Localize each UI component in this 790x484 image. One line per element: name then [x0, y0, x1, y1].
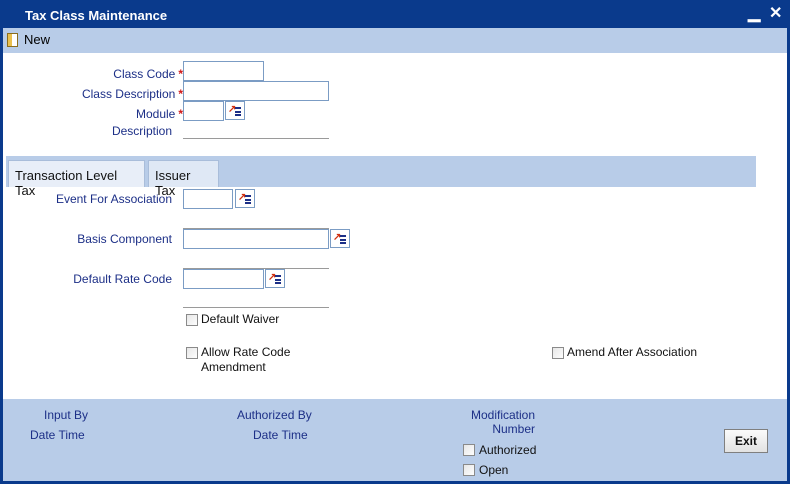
authorized-label: Authorized	[479, 443, 537, 457]
rate-lov-button[interactable]: ↗	[265, 269, 285, 288]
event-for-association-input[interactable]	[183, 189, 233, 209]
basis-lov-button[interactable]: ↗	[330, 229, 350, 248]
authorized-by-label: Authorized By	[237, 408, 312, 422]
module-label-text: Module	[135, 107, 176, 121]
close-icon[interactable]: ✕	[769, 5, 782, 23]
default-waiver-label: Default Waiver	[201, 312, 280, 326]
tab-strip: Transaction Level Tax Issuer Tax	[6, 156, 756, 198]
class-code-label-text: Class Code	[113, 67, 176, 81]
doc-new-icon	[7, 32, 18, 47]
input-date-time-label: Date Time	[30, 428, 85, 442]
new-button-label: New	[24, 32, 51, 47]
module-input[interactable]	[183, 101, 224, 121]
amend-after-association-checkbox[interactable]	[552, 347, 564, 359]
lov-list-icon	[340, 235, 346, 244]
class-code-input[interactable]	[183, 61, 264, 81]
tax-class-window: Tax Class Maintenance ▁ ✕ New Class Code…	[0, 0, 790, 484]
class-description-label-text: Class Description	[81, 87, 176, 101]
amend-after-association-label: Amend After Association	[567, 345, 698, 359]
window-title: Tax Class Maintenance	[25, 8, 168, 23]
basis-component-label: Basis Component	[77, 232, 172, 246]
description-label: Description	[111, 124, 172, 138]
auth-date-time-label: Date Time	[253, 428, 308, 442]
lov-list-icon	[245, 195, 251, 204]
tab-transaction-level-tax[interactable]: Transaction Level Tax	[8, 160, 145, 198]
module-lov-button[interactable]: ↗	[225, 101, 245, 120]
allow-rate-line2: Amendment	[201, 360, 266, 374]
title-bar: Tax Class Maintenance ▁ ✕	[3, 3, 787, 28]
allow-rate-code-amendment-label: Allow Rate Code Amendment	[201, 345, 290, 375]
event-lov-button[interactable]: ↗	[235, 189, 255, 208]
lov-list-icon	[235, 107, 241, 116]
allow-rate-line1: Allow Rate Code	[201, 345, 291, 359]
authorized-checkbox	[463, 444, 475, 456]
event-for-association-label: Event For Association	[55, 192, 172, 206]
default-rate-code-label: Default Rate Code	[73, 272, 172, 286]
exit-button[interactable]: Exit	[724, 429, 768, 453]
rate-bottom-line	[183, 307, 329, 308]
input-by-label: Input By	[44, 408, 89, 422]
modification-line1: Modification	[470, 408, 535, 422]
minimize-icon[interactable]: ▁	[748, 5, 760, 23]
toolbar: New	[3, 28, 787, 53]
open-label: Open	[479, 463, 509, 477]
new-button[interactable]: New	[7, 32, 50, 47]
default-waiver-checkbox[interactable]	[186, 314, 198, 326]
tab-issuer-tax[interactable]: Issuer Tax	[148, 160, 219, 198]
basis-component-input[interactable]	[183, 229, 329, 249]
open-checkbox	[463, 464, 475, 476]
lov-list-icon	[275, 275, 281, 284]
module-label: Module *	[63, 107, 183, 121]
modification-number-label: Modification Number	[468, 408, 535, 436]
audit-footer: Input By Date Time Authorized By Date Ti…	[3, 399, 787, 481]
default-rate-code-input[interactable]	[183, 269, 264, 289]
allow-rate-code-amendment-checkbox[interactable]	[186, 347, 198, 359]
modification-line2: Number	[492, 422, 535, 436]
description-value-line	[183, 138, 329, 139]
class-code-label: Class Code *	[63, 67, 183, 81]
class-description-input[interactable]	[183, 81, 329, 101]
class-description-label: Class Description *	[33, 87, 183, 101]
